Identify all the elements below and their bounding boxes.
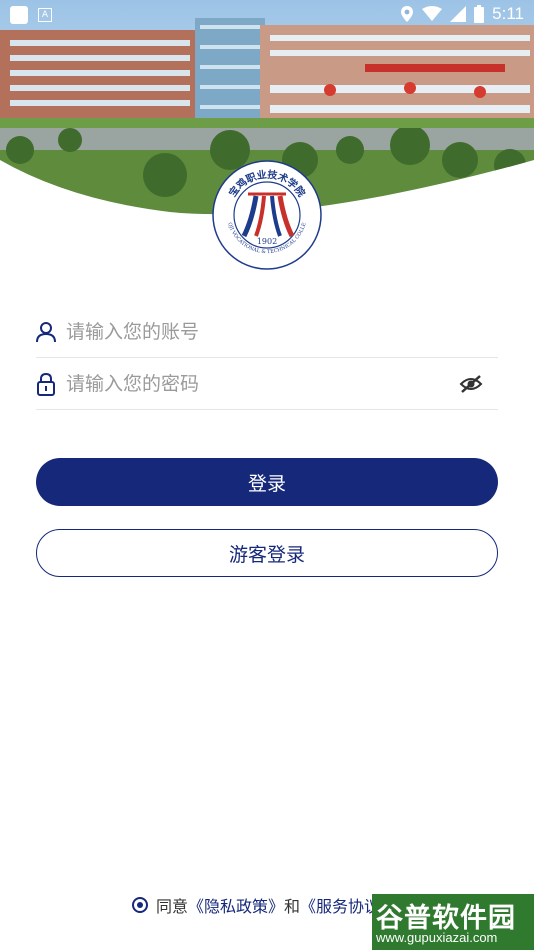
- guest-login-button[interactable]: 游客登录: [36, 529, 498, 577]
- watermark: 谷普软件园 www.gupuxiazai.com: [372, 894, 534, 950]
- lock-icon: [36, 372, 56, 396]
- login-button[interactable]: 登录: [36, 458, 498, 506]
- user-icon: [36, 320, 56, 344]
- notification-a-icon: A: [38, 8, 52, 22]
- agree-and: 和: [284, 897, 301, 916]
- watermark-url: www.gupuxiazai.com: [376, 930, 498, 945]
- password-field-row: [36, 359, 498, 410]
- college-logo: 宝鸡职业技术学院 BAOJI VOCATIONAL & TECHNICAL CO…: [209, 156, 322, 270]
- location-icon: [401, 6, 414, 22]
- notification-square-icon: [10, 6, 28, 24]
- clock: 5:11: [492, 4, 524, 23]
- privacy-policy-link[interactable]: 《隐私政策》: [188, 893, 284, 917]
- account-input[interactable]: [64, 320, 498, 344]
- logo-year: 1902: [257, 237, 277, 246]
- account-field-row: [36, 307, 498, 358]
- password-input[interactable]: [64, 372, 458, 396]
- wifi-icon: [422, 6, 443, 21]
- eye-off-icon[interactable]: [458, 371, 484, 397]
- agree-prefix: 同意: [156, 897, 189, 916]
- battery-icon: [474, 5, 485, 23]
- agreement-row: 同意 《隐私政策》 和 《服务协议》: [132, 893, 396, 917]
- status-bar: A 5:11: [0, 0, 534, 28]
- signal-icon: [450, 6, 467, 22]
- agree-radio[interactable]: [132, 897, 148, 913]
